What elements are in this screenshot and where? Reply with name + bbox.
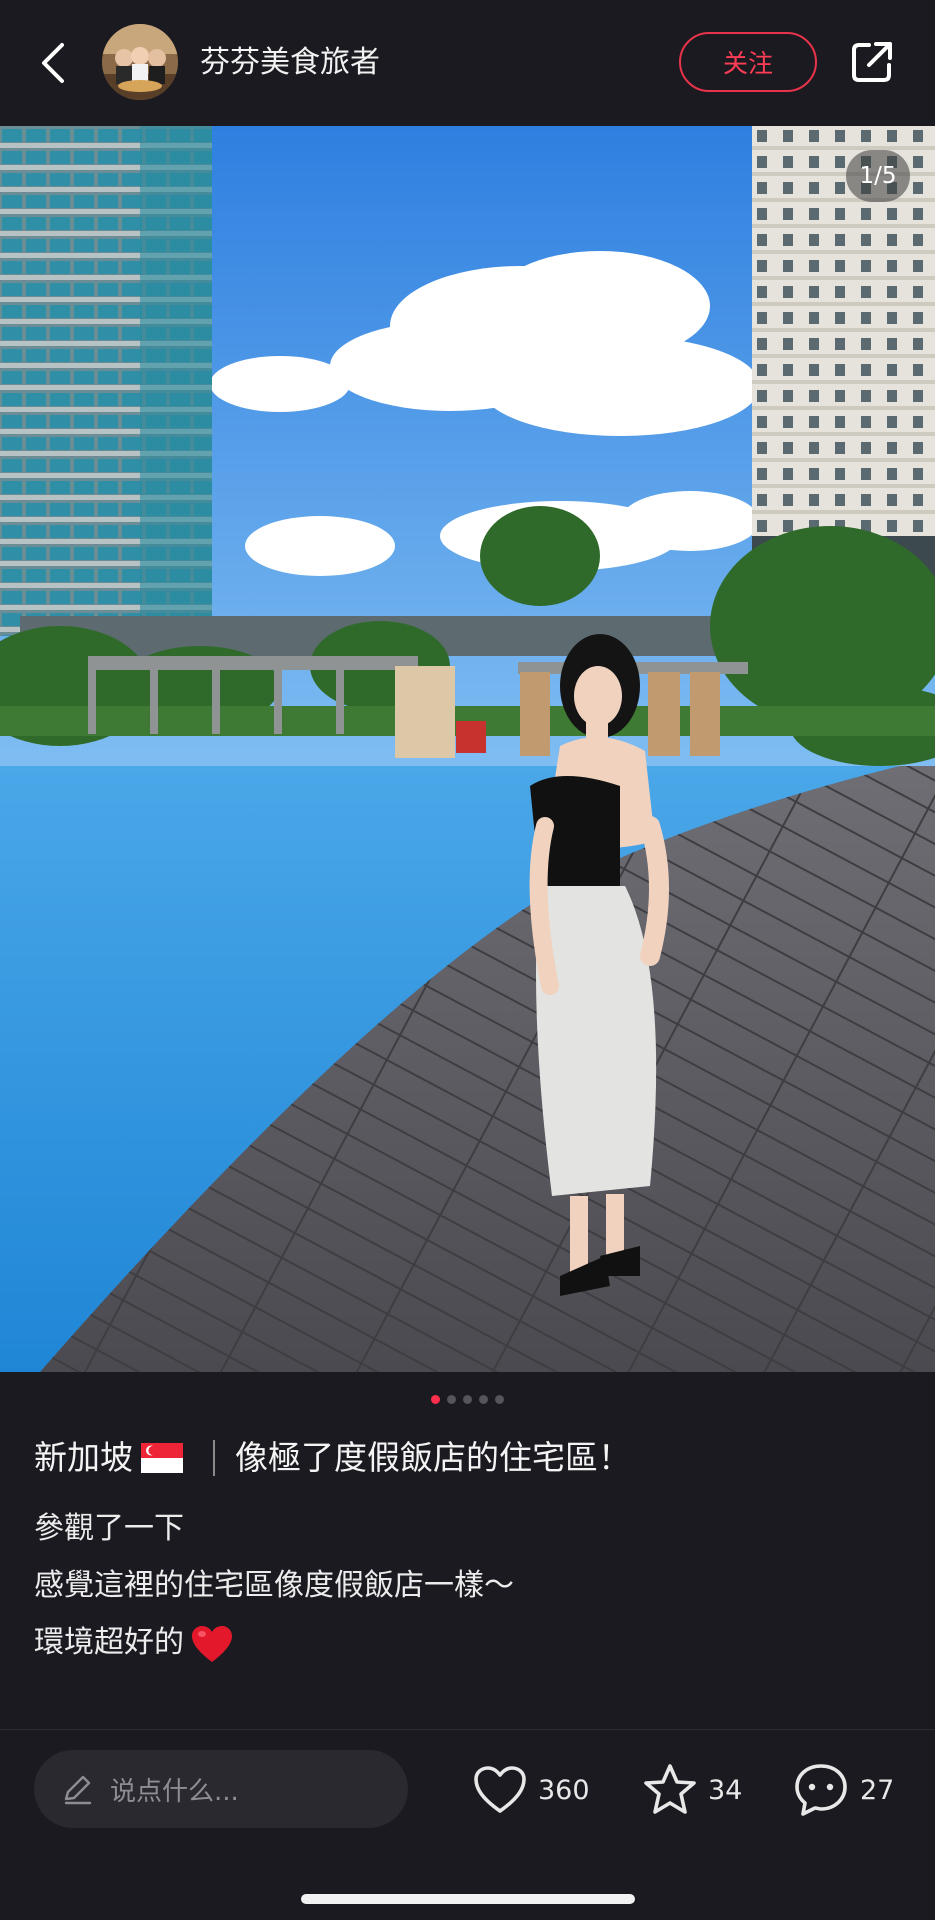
- top-bar: 芬芬美食旅者 关注: [0, 0, 935, 126]
- carousel-dot-active[interactable]: [431, 1395, 440, 1404]
- comment-placeholder: 说点什么...: [110, 1776, 239, 1807]
- post-body-line: 感覺這裡的住宅區像度假飯店一樣～: [34, 1568, 514, 1603]
- like-count: 360: [538, 1774, 590, 1806]
- collect-button[interactable]: 34: [642, 1760, 742, 1820]
- post-body-text: 環境超好的: [34, 1625, 184, 1660]
- star-icon: [644, 1764, 696, 1814]
- title-separator: [213, 1440, 215, 1476]
- divider: [0, 1729, 935, 1730]
- carousel-dot[interactable]: [479, 1395, 488, 1404]
- heart-icon: [474, 1766, 526, 1813]
- author-name[interactable]: 芬芬美食旅者: [200, 40, 380, 86]
- carousel-dots: [0, 1395, 935, 1404]
- post-title-right: 像極了度假飯店的住宅區！: [235, 1438, 631, 1477]
- carousel-dot[interactable]: [463, 1395, 472, 1404]
- post-title: 新加坡 像極了度假飯店的住宅區！: [34, 1432, 631, 1484]
- post-body-line: 環境超好的: [34, 1620, 234, 1666]
- post-photo[interactable]: 1/5: [0, 126, 935, 1372]
- like-button[interactable]: 360: [472, 1760, 590, 1820]
- avatar-image: [102, 24, 178, 100]
- follow-button[interactable]: 关注: [679, 32, 817, 92]
- carousel-dot[interactable]: [447, 1395, 456, 1404]
- pencil-icon: [64, 1775, 92, 1805]
- share-external-icon: [852, 42, 892, 82]
- collect-count: 34: [708, 1774, 743, 1806]
- author-avatar[interactable]: [102, 24, 178, 100]
- photo-image: [0, 126, 935, 1372]
- back-button[interactable]: [28, 30, 78, 96]
- chat-bubble-icon: [795, 1764, 847, 1816]
- post-body-line: 參觀了一下: [34, 1511, 184, 1546]
- red-heart-emoji: [192, 1625, 232, 1662]
- post-title-left: 新加坡: [34, 1438, 133, 1477]
- comment-input[interactable]: 说点什么...: [34, 1750, 408, 1828]
- comment-button[interactable]: 27: [792, 1760, 894, 1820]
- comment-count: 27: [860, 1774, 895, 1806]
- singapore-flag-emoji: [141, 1443, 183, 1473]
- carousel-dot[interactable]: [495, 1395, 504, 1404]
- chevron-left-icon: [42, 43, 64, 83]
- photo-counter: 1/5: [846, 150, 910, 202]
- share-button[interactable]: [846, 36, 898, 88]
- home-indicator[interactable]: [301, 1894, 635, 1904]
